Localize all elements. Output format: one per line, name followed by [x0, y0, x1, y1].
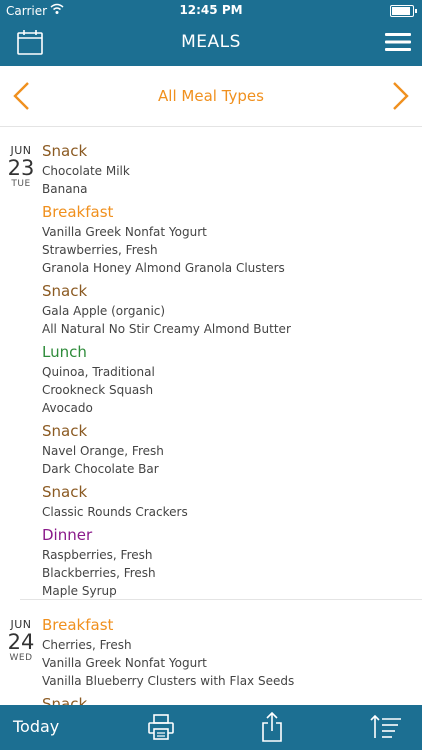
chevron-right-icon[interactable] — [388, 80, 412, 116]
meal-title[interactable]: Dinner — [42, 524, 422, 546]
food-item[interactable]: Banana — [42, 180, 422, 198]
food-item[interactable]: Cherries, Fresh — [42, 636, 422, 654]
food-item[interactable]: Maple Syrup — [42, 582, 422, 600]
food-item[interactable]: Avocado — [42, 399, 422, 417]
meal-title[interactable]: Snack — [42, 140, 422, 162]
bottom-toolbar: Today — [0, 705, 422, 750]
meal-title[interactable]: Snack — [42, 693, 422, 705]
meal-entries: Snack Chocolate Milk Banana Breakfast Vanill… — [42, 140, 422, 600]
date-day: 23 — [7, 156, 35, 180]
meal-title[interactable]: Snack — [42, 280, 422, 302]
page-title: MEALS — [181, 32, 241, 52]
food-item[interactable]: Dark Chocolate Bar — [42, 460, 422, 478]
today-button[interactable]: Today — [13, 717, 59, 736]
food-item[interactable]: Navel Orange, Fresh — [42, 442, 422, 460]
meal-title[interactable]: Breakfast — [42, 614, 422, 636]
nav-bar: MEALS — [0, 22, 422, 66]
date-weekday: WED — [9, 653, 33, 663]
meal-entries: Breakfast Cherries, Fresh Vanilla Greek No… — [42, 614, 422, 705]
day-group: JUN 24 WED Breakfast Cherries, Fresh Vanilla … — [0, 600, 422, 705]
share-icon[interactable] — [260, 711, 284, 747]
date-day: 24 — [7, 630, 35, 654]
food-item[interactable]: Blackberries, Fresh — [42, 564, 422, 582]
food-item[interactable]: Granola Honey Almond Granola Clusters — [42, 259, 422, 277]
day-group: JUN 23 TUE Snack Chocolate Milk Banana Breakfa… — [0, 126, 422, 600]
food-item[interactable]: All Natural No Stir Creamy Almond Butter — [42, 320, 422, 338]
food-item[interactable]: Quinoa, Traditional — [42, 363, 422, 381]
battery-icon — [390, 5, 417, 17]
food-item[interactable]: Vanilla Greek Nonfat Yogurt — [42, 654, 422, 672]
meal-list[interactable]: JUN 23 TUE Snack Chocolate Milk Banana Breakfa… — [0, 126, 422, 705]
date-label: JUN 23 TUE — [0, 144, 42, 189]
food-item[interactable]: Vanilla Greek Nonfat Yogurt — [42, 223, 422, 241]
food-item[interactable]: Crookneck Squash — [42, 381, 422, 399]
food-item[interactable]: Gala Apple (organic) — [42, 302, 422, 320]
meal-type-filter: All Meal Types — [0, 66, 422, 127]
food-item[interactable]: Strawberries, Fresh — [42, 241, 422, 259]
food-item[interactable]: Chocolate Milk — [42, 162, 422, 180]
meal-title[interactable]: Lunch — [42, 341, 422, 363]
meal-title[interactable]: Snack — [42, 481, 422, 503]
meal-title[interactable]: Breakfast — [42, 201, 422, 223]
meal-title[interactable]: Snack — [42, 420, 422, 442]
status-bar: Carrier 12:45 PM — [0, 0, 422, 22]
food-item[interactable]: Raspberries, Fresh — [42, 546, 422, 564]
menu-icon[interactable] — [384, 30, 412, 58]
food-item[interactable]: Classic Rounds Crackers — [42, 503, 422, 521]
food-item[interactable]: Vanilla Blueberry Clusters with Flax See… — [42, 672, 422, 690]
date-weekday: TUE — [11, 179, 31, 189]
print-icon[interactable] — [147, 713, 175, 745]
date-label: JUN 24 WED — [0, 618, 42, 663]
status-time: 12:45 PM — [179, 3, 243, 17]
filter-label[interactable]: All Meal Types — [0, 87, 422, 105]
sort-icon[interactable] — [369, 713, 403, 745]
